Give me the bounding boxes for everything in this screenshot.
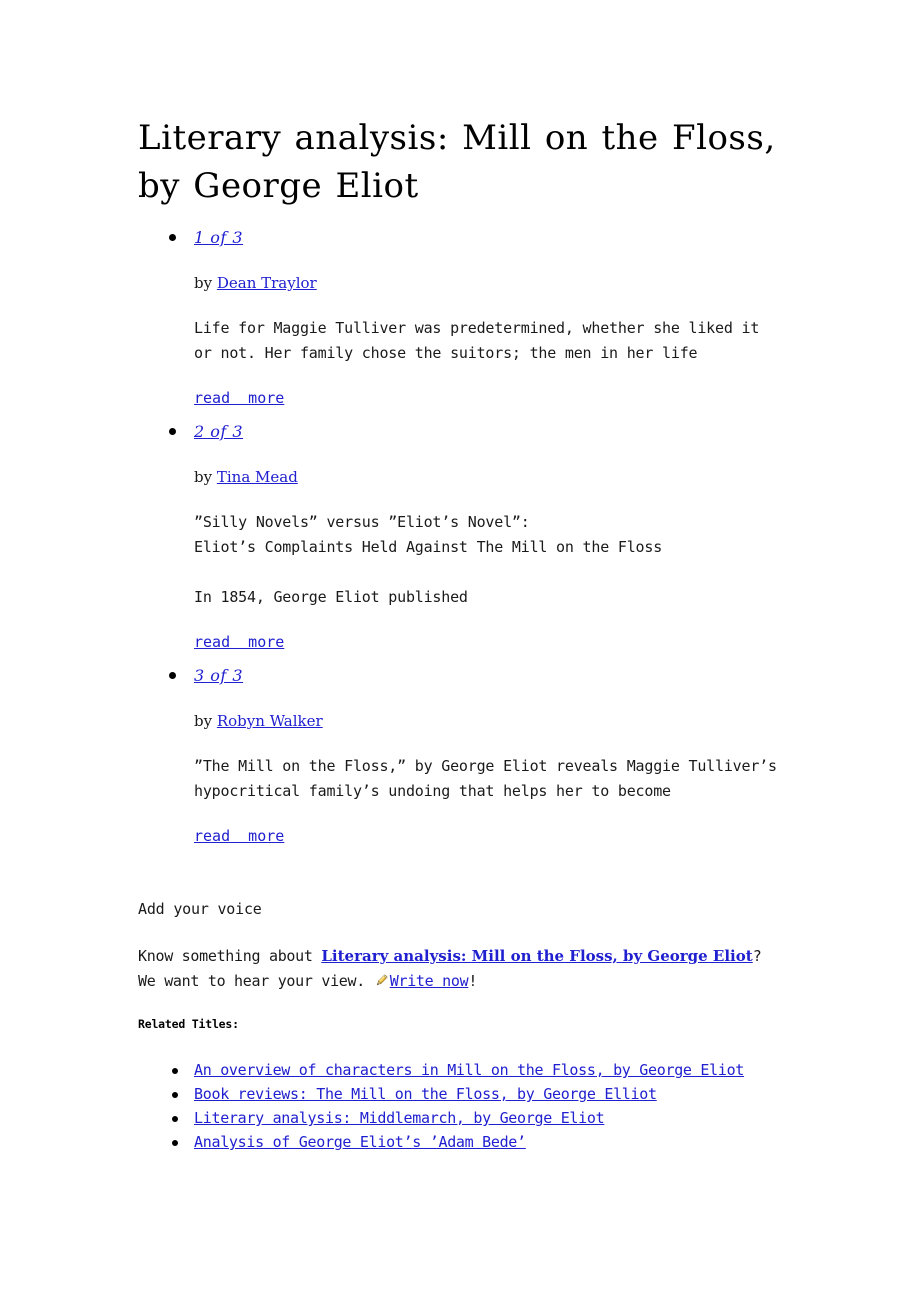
bullet-icon bbox=[169, 234, 176, 241]
read-more-link[interactable]: read more bbox=[194, 388, 284, 408]
related-title-link[interactable]: An overview of characters in Mill on the… bbox=[194, 1061, 744, 1079]
list-item: 2 of 3 by Tina Mead ”Silly Novels” versu… bbox=[138, 422, 838, 652]
by-prefix: by bbox=[194, 274, 217, 292]
cta-question-mark: ? bbox=[752, 947, 762, 965]
byline: by Tina Mead bbox=[194, 466, 838, 488]
page-title: Literary analysis: Mill on the Floss, by… bbox=[138, 118, 776, 206]
add-voice-cta: Know something about Literary analysis: … bbox=[138, 944, 838, 994]
by-prefix: by bbox=[194, 468, 217, 486]
article-excerpt: ”The Mill on the Floss,” by George Eliot… bbox=[194, 757, 777, 800]
related-title-link[interactable]: Literary analysis: Middlemarch, by Georg… bbox=[194, 1109, 605, 1127]
list-item: 3 of 3 by Robyn Walker ”The Mill on the … bbox=[138, 666, 838, 846]
read-more-link[interactable]: read more bbox=[194, 632, 284, 652]
pager-link-2[interactable]: 2 of 3 bbox=[194, 422, 243, 442]
article-excerpt: Life for Maggie Tulliver was predetermin… bbox=[194, 319, 760, 362]
bullet-icon bbox=[169, 428, 176, 435]
author-link[interactable]: Dean Traylor bbox=[217, 274, 317, 292]
add-your-voice-heading: Add your voice bbox=[138, 900, 262, 918]
byline: by Dean Traylor bbox=[194, 272, 838, 294]
pencil-icon bbox=[374, 971, 389, 986]
read-more-link[interactable]: read more bbox=[194, 826, 284, 846]
cta-suffix: ! bbox=[468, 972, 478, 990]
list-item: Analysis of George Eliot’s ’Adam Bede’ bbox=[138, 1130, 858, 1154]
by-prefix: by bbox=[194, 712, 217, 730]
cta-prefix: Know something about bbox=[138, 947, 322, 965]
author-link[interactable]: Robyn Walker bbox=[217, 712, 323, 730]
list-item: An overview of characters in Mill on the… bbox=[138, 1058, 858, 1082]
cta-second-line: We want to hear your view. bbox=[138, 972, 374, 990]
related-titles-list: An overview of characters in Mill on the… bbox=[138, 1058, 858, 1154]
pager-link-3[interactable]: 3 of 3 bbox=[194, 666, 243, 686]
bullet-icon bbox=[172, 1092, 178, 1098]
related-title-link[interactable]: Book reviews: The Mill on the Floss, by … bbox=[194, 1085, 657, 1103]
author-link[interactable]: Tina Mead bbox=[217, 468, 298, 486]
list-item: Literary analysis: Middlemarch, by Georg… bbox=[138, 1106, 858, 1130]
bullet-icon bbox=[172, 1068, 178, 1074]
related-title-link[interactable]: Analysis of George Eliot’s ’Adam Bede’ bbox=[194, 1133, 526, 1151]
article-excerpt: ”Silly Novels” versus ”Eliot’s Novel”: E… bbox=[194, 513, 663, 606]
bullet-icon bbox=[169, 672, 176, 679]
pager-link-1[interactable]: 1 of 3 bbox=[194, 228, 243, 248]
related-titles-label: Related Titles: bbox=[138, 1017, 239, 1031]
byline: by Robyn Walker bbox=[194, 710, 838, 732]
write-now-link[interactable]: Write now bbox=[390, 972, 469, 990]
article-list: 1 of 3 by Dean Traylor Life for Maggie T… bbox=[138, 228, 838, 860]
bullet-icon bbox=[172, 1116, 178, 1122]
list-item: Book reviews: The Mill on the Floss, by … bbox=[138, 1082, 858, 1106]
bullet-icon bbox=[172, 1140, 178, 1146]
list-item: 1 of 3 by Dean Traylor Life for Maggie T… bbox=[138, 228, 838, 408]
cta-topic-link[interactable]: Literary analysis: Mill on the Floss, by… bbox=[321, 947, 752, 965]
